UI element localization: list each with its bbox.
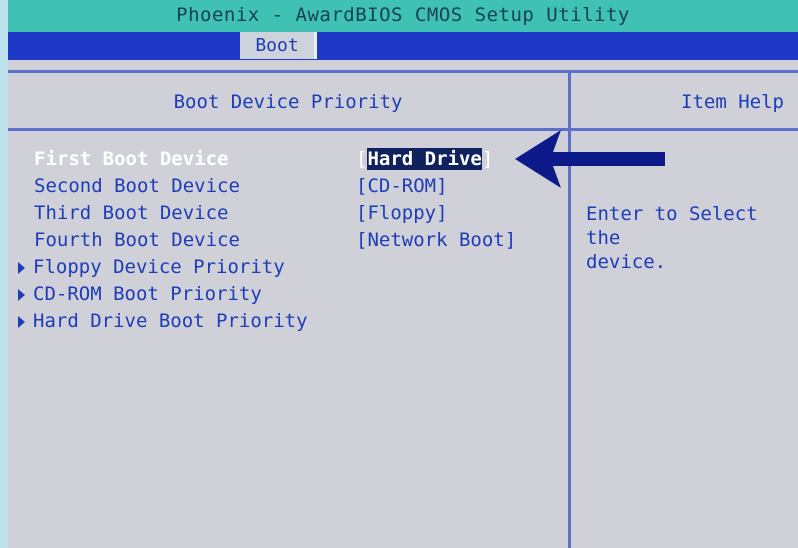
submenu-label: Floppy Device Priority (33, 256, 285, 278)
left-arrow-icon (515, 130, 665, 188)
bracket-close: ] (481, 148, 494, 170)
third-boot-device-value[interactable]: [Floppy] (356, 202, 448, 224)
boot-device-priority-header: Boot Device Priority (173, 91, 403, 113)
submenu-hard-drive-boot-priority[interactable]: Hard Drive Boot Priority (18, 310, 308, 332)
panel-border (8, 70, 798, 73)
help-line-2: device. (586, 251, 667, 273)
submenu-cdrom-boot-priority[interactable]: CD-ROM Boot Priority (18, 283, 262, 305)
fourth-boot-device-label: Fourth Boot Device (34, 229, 240, 251)
item-help-header: Item Help (681, 91, 784, 113)
help-line-1: Enter to Select the (586, 203, 758, 249)
submenu-floppy-device-priority[interactable]: Floppy Device Priority (18, 256, 285, 278)
submenu-arrow-icon (18, 315, 25, 328)
third-boot-device-label: Third Boot Device (34, 202, 229, 224)
selected-value-highlight[interactable]: Hard Drive (367, 148, 482, 170)
item-help-text: Enter to Select the device. (586, 202, 798, 274)
first-boot-device-value[interactable]: [Hard Drive] (356, 148, 493, 170)
tab-bar: Boot (8, 32, 798, 60)
submenu-label: CD-ROM Boot Priority (33, 283, 262, 305)
submenu-arrow-icon (18, 261, 25, 274)
photo-frame: Phoenix - AwardBIOS CMOS Setup Utility B… (0, 0, 798, 548)
header-divider (8, 128, 798, 131)
submenu-arrow-icon (18, 288, 25, 301)
submenu-label: Hard Drive Boot Priority (33, 310, 308, 332)
first-boot-device-label: First Boot Device (34, 148, 229, 170)
tab-boot[interactable]: Boot (240, 32, 317, 59)
bios-screen: Phoenix - AwardBIOS CMOS Setup Utility B… (8, 0, 798, 548)
fourth-boot-device-value[interactable]: [Network Boot] (356, 229, 516, 251)
second-boot-device-label: Second Boot Device (34, 175, 240, 197)
window-title: Phoenix - AwardBIOS CMOS Setup Utility (8, 0, 798, 34)
second-boot-device-value[interactable]: [CD-ROM] (356, 175, 448, 197)
bracket-open: [ (356, 148, 368, 170)
